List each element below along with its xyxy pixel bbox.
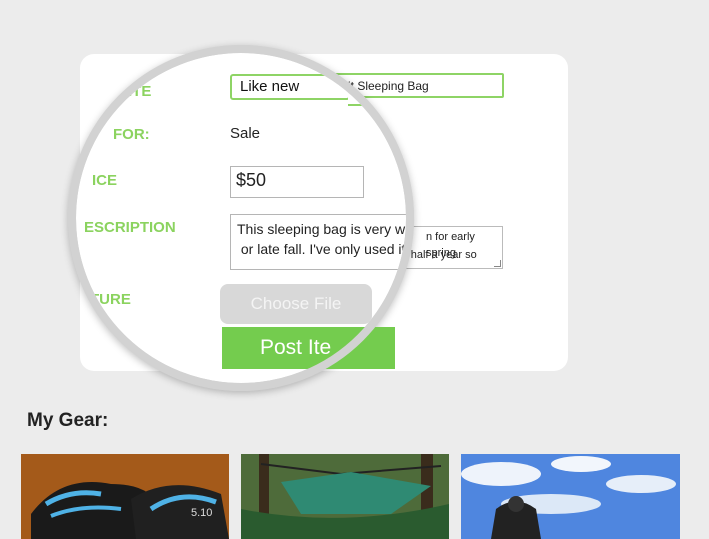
price-value: 50 bbox=[246, 170, 267, 190]
for-label: FOR: bbox=[113, 126, 150, 143]
post-button-label: Post Ite bbox=[260, 336, 332, 359]
shoes-image: 5.10 bbox=[21, 454, 229, 539]
description-textarea-bg[interactable]: n for early spring r half a year so bbox=[400, 226, 503, 269]
gear-item-backpack[interactable] bbox=[461, 454, 680, 539]
gear-item-hammock[interactable] bbox=[241, 454, 449, 539]
currency-symbol: $ bbox=[236, 170, 247, 190]
description-textarea[interactable]: This sleeping bag is very wa or late fal… bbox=[230, 214, 413, 270]
description-line-2: r half a year so bbox=[404, 249, 477, 261]
price-input[interactable]: $50 bbox=[230, 166, 364, 198]
gear-item-shoes[interactable]: 5.10 bbox=[21, 454, 229, 539]
resize-grip-icon[interactable] bbox=[494, 260, 501, 267]
description-label: ESCRIPTION bbox=[84, 219, 176, 236]
for-value: Sale bbox=[230, 125, 261, 142]
choose-file-button[interactable]: Choose File bbox=[220, 284, 372, 324]
backpack-image bbox=[461, 454, 680, 539]
item-name-input-magnified[interactable] bbox=[348, 81, 406, 106]
choose-file-label: Choose File bbox=[250, 294, 342, 313]
condition-value: Like new bbox=[240, 78, 300, 95]
hammock-image bbox=[241, 454, 449, 539]
picture-label: TURE bbox=[90, 291, 131, 308]
item-label: ITE bbox=[128, 83, 152, 100]
description-text: This sleeping bag is very wa or late fal… bbox=[237, 221, 413, 257]
my-gear-title: My Gear: bbox=[27, 410, 109, 431]
post-item-button[interactable]: Post Ite bbox=[222, 327, 395, 369]
condition-dropdown[interactable]: Like new bbox=[230, 74, 350, 100]
price-label: ICE bbox=[92, 172, 118, 189]
shoe-brand-text: 5.10 bbox=[191, 507, 212, 519]
